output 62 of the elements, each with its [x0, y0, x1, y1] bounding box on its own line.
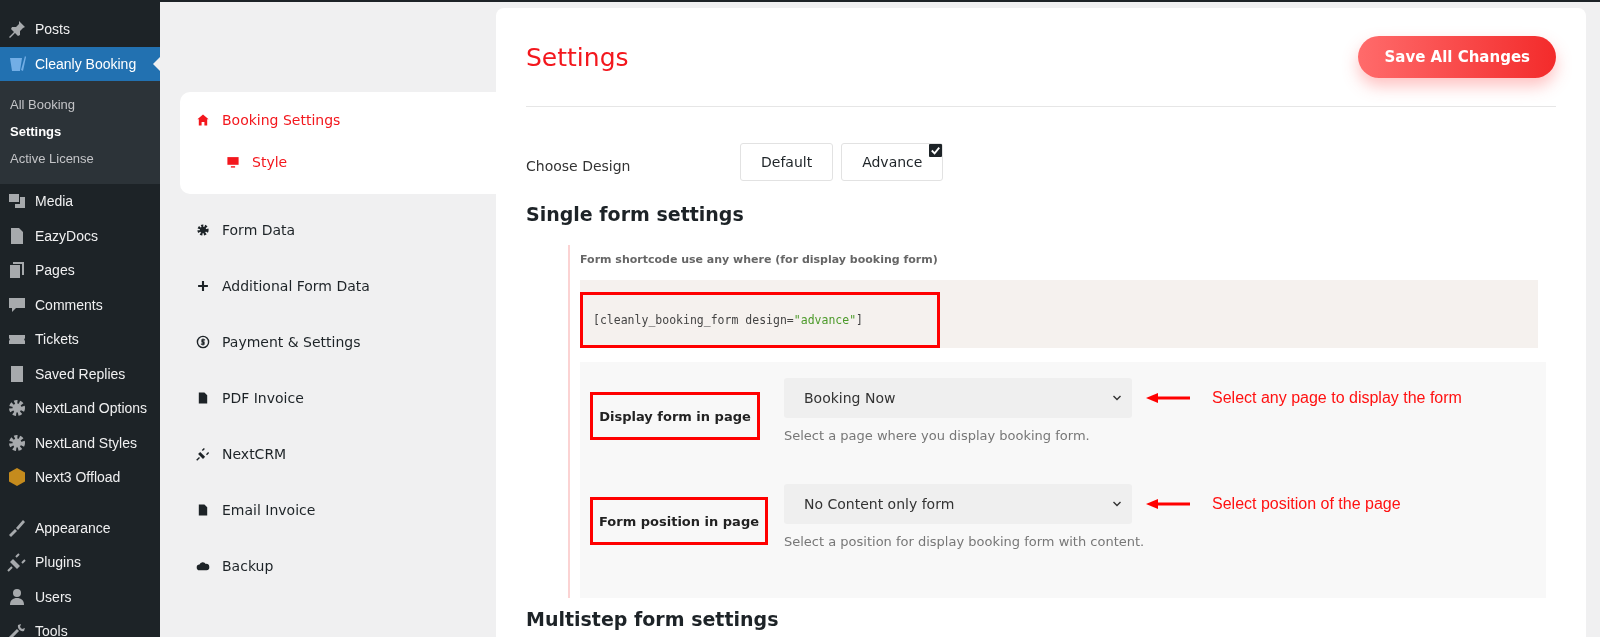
house-icon: [196, 113, 210, 127]
help-text: Select a page where you display booking form.: [784, 428, 1091, 443]
sidebar-item[interactable]: Saved Replies: [0, 356, 160, 391]
cloud-icon: [196, 559, 210, 573]
field-label: Choose Design: [526, 157, 632, 174]
sidebar-item[interactable]: Tickets: [0, 322, 160, 357]
pages-icon: [7, 260, 27, 281]
settings-subtab[interactable]: Style: [180, 140, 496, 184]
settings-tab[interactable]: Backup: [180, 538, 496, 594]
settings-tab[interactable]: Booking Settings: [180, 100, 496, 140]
pin-icon: [7, 19, 27, 40]
sidebar-item[interactable]: NextLand Styles: [0, 425, 160, 460]
monitor-icon: [226, 155, 240, 169]
dropdown[interactable]: Booking Now: [784, 378, 1132, 418]
submenu-item[interactable]: Active License: [0, 145, 160, 172]
sidebar-item[interactable]: EazyDocs: [0, 218, 160, 253]
sidebar-item[interactable]: Tools: [0, 614, 160, 637]
settings-tab[interactable]: Payment & Settings: [180, 314, 496, 370]
hexagon-icon: [7, 467, 27, 488]
page-title: Settings: [526, 42, 629, 72]
gear-icon: [7, 398, 27, 419]
sidebar-item[interactable]: Users: [0, 579, 160, 614]
help-text: Select a position for display booking form with content.: [784, 534, 1146, 549]
shortcode-label: Form shortcode use any where (for display booking form): [580, 253, 939, 266]
design-option[interactable]: Default: [740, 143, 834, 181]
gear-icon: [196, 223, 210, 237]
field-label: Display form in page: [590, 392, 760, 440]
sidebar-item[interactable]: Appearance: [0, 510, 160, 545]
settings-tab[interactable]: Email Invoice: [180, 482, 496, 538]
plus-icon: [196, 279, 210, 293]
arrow: [1146, 498, 1190, 510]
settings-tab[interactable]: Form Data: [180, 202, 496, 258]
dollar-circle-icon: [196, 335, 210, 349]
settings-tab[interactable]: PDF Invoice: [180, 370, 496, 426]
submenu-item[interactable]: All Booking: [0, 91, 160, 118]
sidebar-item[interactable]: Media: [0, 184, 160, 219]
sidebar-item[interactable]: NextLand Options: [0, 391, 160, 426]
section-heading: Multistep form settings: [526, 608, 780, 630]
shortcode-text: [cleanly_booking_form design="advance"]: [593, 313, 864, 327]
sidebar-item[interactable]: Comments: [0, 287, 160, 322]
sidebar-item[interactable]: Next3 Offload: [0, 460, 160, 495]
dropdown[interactable]: No Content only form: [784, 484, 1132, 524]
gear-icon: [7, 432, 27, 453]
section-heading: Single form settings: [526, 203, 745, 225]
annotation-text: Select position of the page: [1212, 495, 1401, 513]
submenu-item[interactable]: Settings: [0, 118, 160, 145]
sidebar-item[interactable]: Plugins: [0, 545, 160, 580]
document-icon: [196, 391, 210, 405]
checkbox-icon: [929, 144, 943, 157]
wrench-icon: [7, 621, 27, 637]
person-icon: [7, 586, 27, 607]
settings-tab[interactable]: NextCRM: [180, 426, 496, 482]
annotation-text: Select any page to display the form: [1212, 389, 1462, 407]
sidebar-item[interactable]: Posts: [0, 12, 160, 47]
bucket-icon: [7, 53, 27, 74]
settings-tab[interactable]: Additional Form Data: [180, 258, 496, 314]
arrow: [1146, 392, 1190, 404]
field-label: Form position in page: [590, 497, 768, 545]
sidebar-item[interactable]: Cleanly Booking: [0, 46, 160, 81]
sidebar-item[interactable]: Pages: [0, 253, 160, 288]
document-icon: [196, 503, 210, 517]
design-option[interactable]: Advance: [841, 143, 944, 181]
